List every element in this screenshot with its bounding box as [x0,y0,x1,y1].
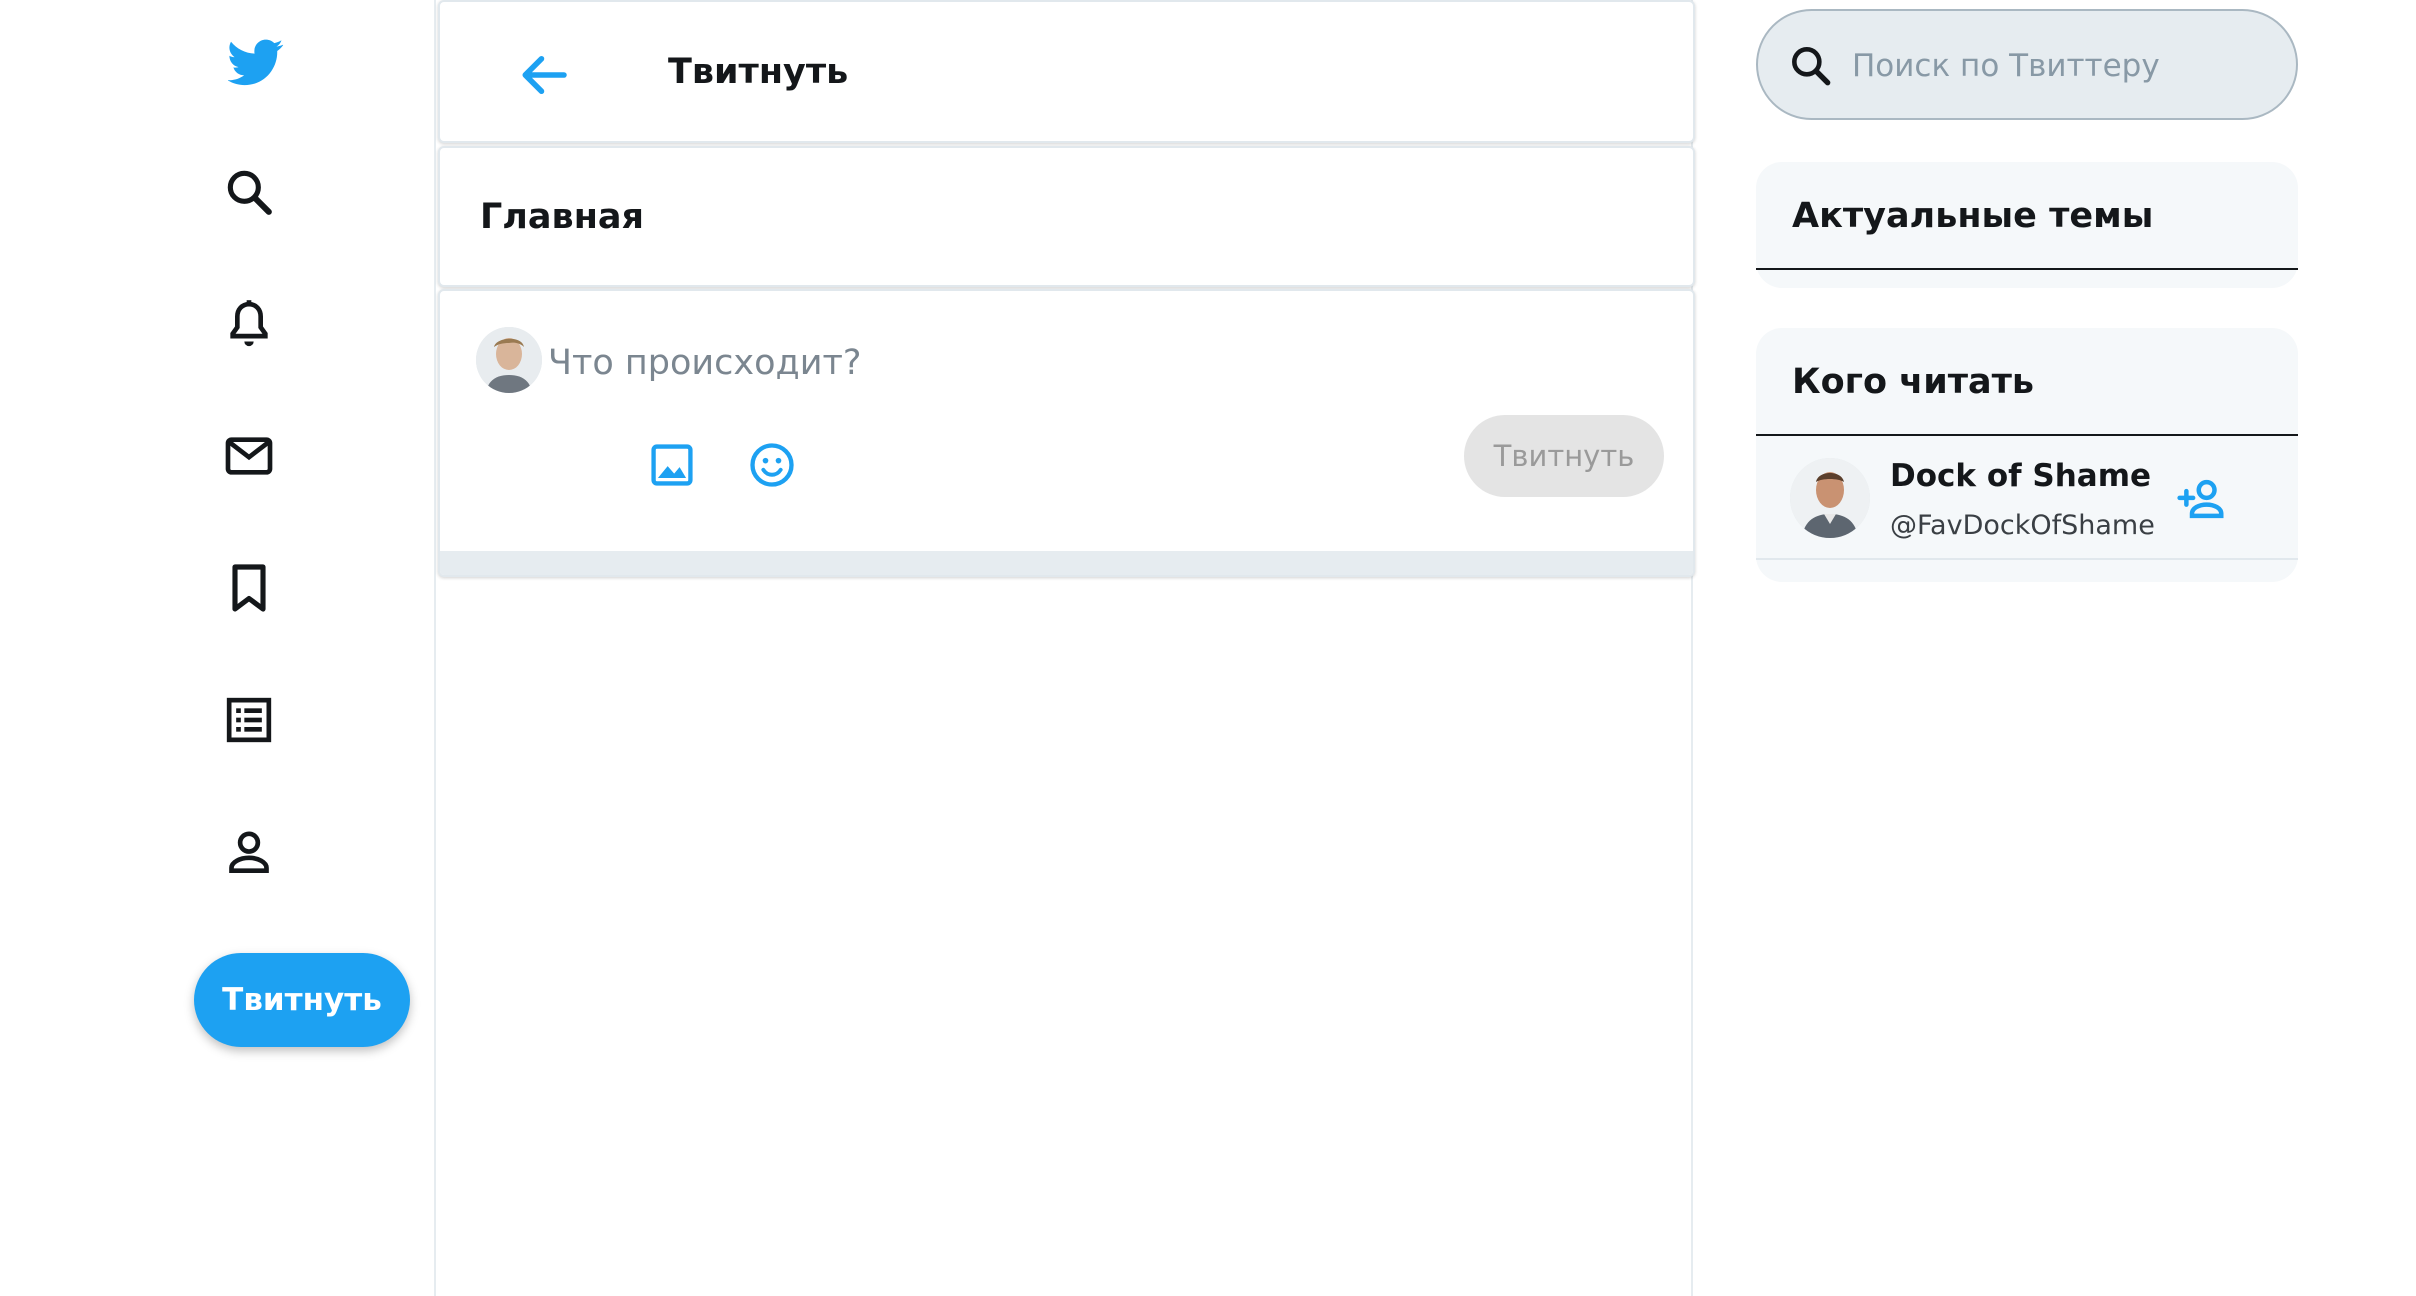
divider [1756,268,2298,270]
search-icon [1786,41,1836,91]
avatar [1790,458,1870,538]
bookmark-icon[interactable] [207,546,291,630]
person-icon[interactable] [207,810,291,894]
mail-icon[interactable] [207,414,291,498]
user-handle: @FavDockOfShame [1890,510,2155,541]
avatar [476,327,542,393]
search-input[interactable] [1852,39,2272,93]
home-title: Главная [480,197,644,237]
user-name[interactable]: Dock of Shame [1890,458,2151,494]
search-icon[interactable] [207,150,291,234]
tweet-header: Твитнуть [438,0,1695,143]
nav-tweet-button[interactable]: Твитнуть [194,953,410,1047]
compose-tweet-button[interactable]: Твитнуть [1464,415,1664,497]
home-header: Главная [438,146,1695,287]
bell-icon[interactable] [207,282,291,366]
compose-input[interactable] [548,335,1248,391]
compose-box: Твитнуть [438,289,1695,577]
trends-title: Актуальные темы [1792,196,2154,236]
app-root: Твитнуть Твитнуть Главная Что происходит… [0,0,2416,1296]
main-column: Твитнуть Главная Твитнуть [434,0,1695,1296]
search-bar [1756,9,2298,120]
add-user-icon[interactable] [2174,472,2228,526]
compose-divider [440,551,1693,575]
who-to-follow-panel: Кого читать Dock of Shame @FavDockOfSham… [1756,328,2298,582]
emoji-icon[interactable] [746,439,798,491]
who-to-follow-title: Кого читать [1792,362,2035,402]
arrow-left-icon[interactable] [514,45,574,105]
sidebar-nav: Твитнуть [0,0,434,1296]
page-title: Твитнуть [668,52,849,92]
list-item[interactable]: Dock of Shame @FavDockOfShame [1756,436,2298,560]
twitter-bird-icon[interactable] [214,20,298,104]
list-icon[interactable] [207,678,291,762]
trends-panel: Актуальные темы [1756,162,2298,288]
image-icon[interactable] [646,439,698,491]
